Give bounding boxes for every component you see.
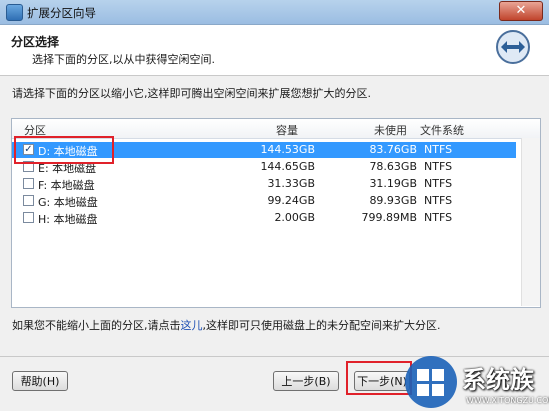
partition-name: H: 本地磁盘	[38, 213, 98, 226]
list-scrollbar[interactable]	[521, 138, 540, 306]
column-header-capacity[interactable]: 容量	[276, 122, 298, 138]
partition-row[interactable]: G: 本地磁盘 99.24GB 89.93GB NTFS	[12, 193, 516, 209]
partition-name: G: 本地磁盘	[38, 196, 98, 209]
partition-free: 83.76GB	[369, 143, 417, 156]
partition-row[interactable]: F: 本地磁盘 31.33GB 31.19GB NTFS	[12, 176, 516, 192]
partition-capacity: 144.65GB	[260, 160, 315, 173]
partition-filesystem: NTFS	[424, 211, 453, 224]
close-button[interactable]: ✕	[499, 1, 543, 21]
partition-capacity: 2.00GB	[274, 211, 315, 224]
partition-filesystem: NTFS	[424, 177, 453, 190]
partition-capacity: 99.24GB	[267, 194, 315, 207]
partition-free: 89.93GB	[369, 194, 417, 207]
instruction-text: 请选择下面的分区以缩小它,这样即可腾出空闲空间来扩展您想扩大的分区.	[12, 87, 371, 100]
column-header-free[interactable]: 未使用	[374, 122, 407, 138]
row-checkbox[interactable]	[23, 178, 34, 189]
partition-capacity: 31.33GB	[267, 177, 315, 190]
windows-logo-icon	[405, 356, 457, 408]
partition-filesystem: NTFS	[424, 160, 453, 173]
here-link[interactable]: 这儿	[181, 319, 203, 332]
page-subtitle: 选择下面的分区,以从中获得空闲空间.	[32, 53, 215, 66]
page-title: 分区选择	[11, 35, 60, 49]
partition-name: F: 本地磁盘	[38, 179, 95, 192]
column-header-filesystem[interactable]: 文件系统	[420, 122, 464, 138]
row-checkbox[interactable]	[23, 212, 34, 223]
partition-row[interactable]: H: 本地磁盘 2.00GB 799.89MB NTFS	[12, 210, 516, 226]
extend-partition-icon	[496, 30, 530, 64]
partition-filesystem: NTFS	[424, 143, 453, 156]
window-title: 扩展分区向导	[27, 6, 96, 20]
window-titlebar: 扩展分区向导 ✕	[0, 0, 549, 25]
watermark: 系统族 WWW.XITONGZU.COM	[402, 352, 549, 410]
app-icon	[6, 4, 23, 21]
partition-filesystem: NTFS	[424, 194, 453, 207]
watermark-url: WWW.XITONGZU.COM	[466, 396, 549, 405]
partition-free: 799.89MB	[361, 211, 417, 224]
partition-free: 31.19GB	[369, 177, 417, 190]
watermark-brand: 系统族	[462, 366, 534, 394]
note-text-before: 如果您不能缩小上面的分区,请点击	[12, 319, 181, 332]
note-text-after: ,这样即可只使用磁盘上的未分配空间来扩大分区.	[202, 319, 441, 332]
selection-highlight-box	[14, 136, 114, 164]
help-button[interactable]: 帮助(H)	[12, 371, 68, 391]
partition-free: 78.63GB	[369, 160, 417, 173]
unallocated-note: 如果您不能缩小上面的分区,请点击这儿,这样即可只使用磁盘上的未分配空间来扩大分区…	[12, 317, 441, 333]
partition-capacity: 144.53GB	[260, 143, 315, 156]
wizard-header: 分区选择 选择下面的分区,以从中获得空闲空间.	[0, 25, 549, 76]
back-button[interactable]: 上一步(B)	[273, 371, 339, 391]
row-checkbox[interactable]	[23, 195, 34, 206]
